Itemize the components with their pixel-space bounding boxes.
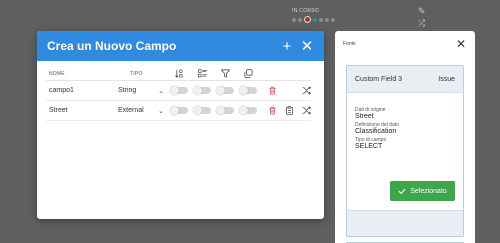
- field-type-value: String: [118, 87, 137, 94]
- column-type-header: TIPO: [130, 70, 143, 77]
- background-shuffle-icon: ⤮: [418, 18, 426, 28]
- field-type-value: SELECT: [355, 143, 383, 150]
- fields-table: NOME TIPO campo1 String ⌄ Street Externa…: [46, 67, 311, 121]
- panel-title: Fonte: [343, 41, 356, 47]
- origin-value: Street: [355, 113, 374, 120]
- card-kind: Issue: [438, 75, 455, 83]
- toggle-switch[interactable]: [215, 106, 234, 115]
- modal-title: Crea un Nuovo Campo: [47, 39, 177, 53]
- toggle-switch[interactable]: [238, 86, 257, 95]
- card-header: Custom Field 3 Issue: [347, 66, 463, 93]
- card-footer: [347, 210, 463, 236]
- field-type-select[interactable]: String ⌄: [118, 87, 168, 95]
- delete-icon[interactable]: [268, 86, 277, 95]
- background-progress-dots: [292, 16, 335, 23]
- background-status-label: IN CORSO: [292, 8, 320, 14]
- selected-button[interactable]: Selezionato: [390, 181, 455, 201]
- close-icon[interactable]: ✕: [456, 38, 466, 50]
- selected-button-label: Selezionato: [410, 187, 447, 195]
- filter-icon: [214, 69, 237, 78]
- table-row: campo1 String ⌄: [46, 81, 311, 101]
- source-card[interactable]: Custom Field 3 Issue Dati di origine Str…: [346, 65, 464, 237]
- list-detail-icon: [191, 69, 214, 78]
- delete-icon[interactable]: [268, 106, 277, 115]
- toggle-switch[interactable]: [238, 106, 257, 115]
- background-edit-icon: ✎: [418, 6, 426, 16]
- shuffle-icon[interactable]: [302, 86, 311, 95]
- toggle-switch[interactable]: [192, 86, 211, 95]
- create-field-modal: Crea un Nuovo Campo + ✕ NOME TIPO campo1: [37, 31, 324, 219]
- close-icon[interactable]: ✕: [300, 39, 314, 54]
- definition-value: Classification: [355, 128, 397, 135]
- field-name[interactable]: Street: [46, 107, 118, 114]
- modal-header: Crea un Nuovo Campo + ✕: [37, 31, 324, 61]
- card-name: Custom Field 3: [355, 75, 403, 83]
- toggle-switch[interactable]: [192, 106, 211, 115]
- card-body: Dati di origine Street Definizione del d…: [347, 93, 463, 150]
- field-type-value: External: [118, 107, 144, 114]
- table-row: Street External ⌄: [46, 101, 311, 121]
- copy-icon: [237, 69, 260, 78]
- chevron-down-icon: ⌄: [158, 107, 164, 115]
- field-type-select[interactable]: External ⌄: [118, 107, 168, 115]
- plus-icon[interactable]: +: [280, 39, 294, 54]
- toggle-switch[interactable]: [169, 86, 188, 95]
- toggle-switch[interactable]: [215, 86, 234, 95]
- table-header: NOME TIPO: [46, 67, 311, 81]
- check-icon: [398, 188, 406, 195]
- toggle-switch[interactable]: [169, 106, 188, 115]
- field-name[interactable]: campo1: [46, 87, 118, 94]
- source-panel: Fonte ✕ Custom Field 3 Issue Dati di ori…: [335, 31, 475, 243]
- clipboard-icon[interactable]: [285, 106, 294, 115]
- chevron-down-icon: ⌄: [158, 87, 164, 95]
- sort-numeric-icon: [168, 69, 191, 78]
- column-name-header: NOME: [49, 70, 65, 77]
- shuffle-icon[interactable]: [302, 106, 311, 115]
